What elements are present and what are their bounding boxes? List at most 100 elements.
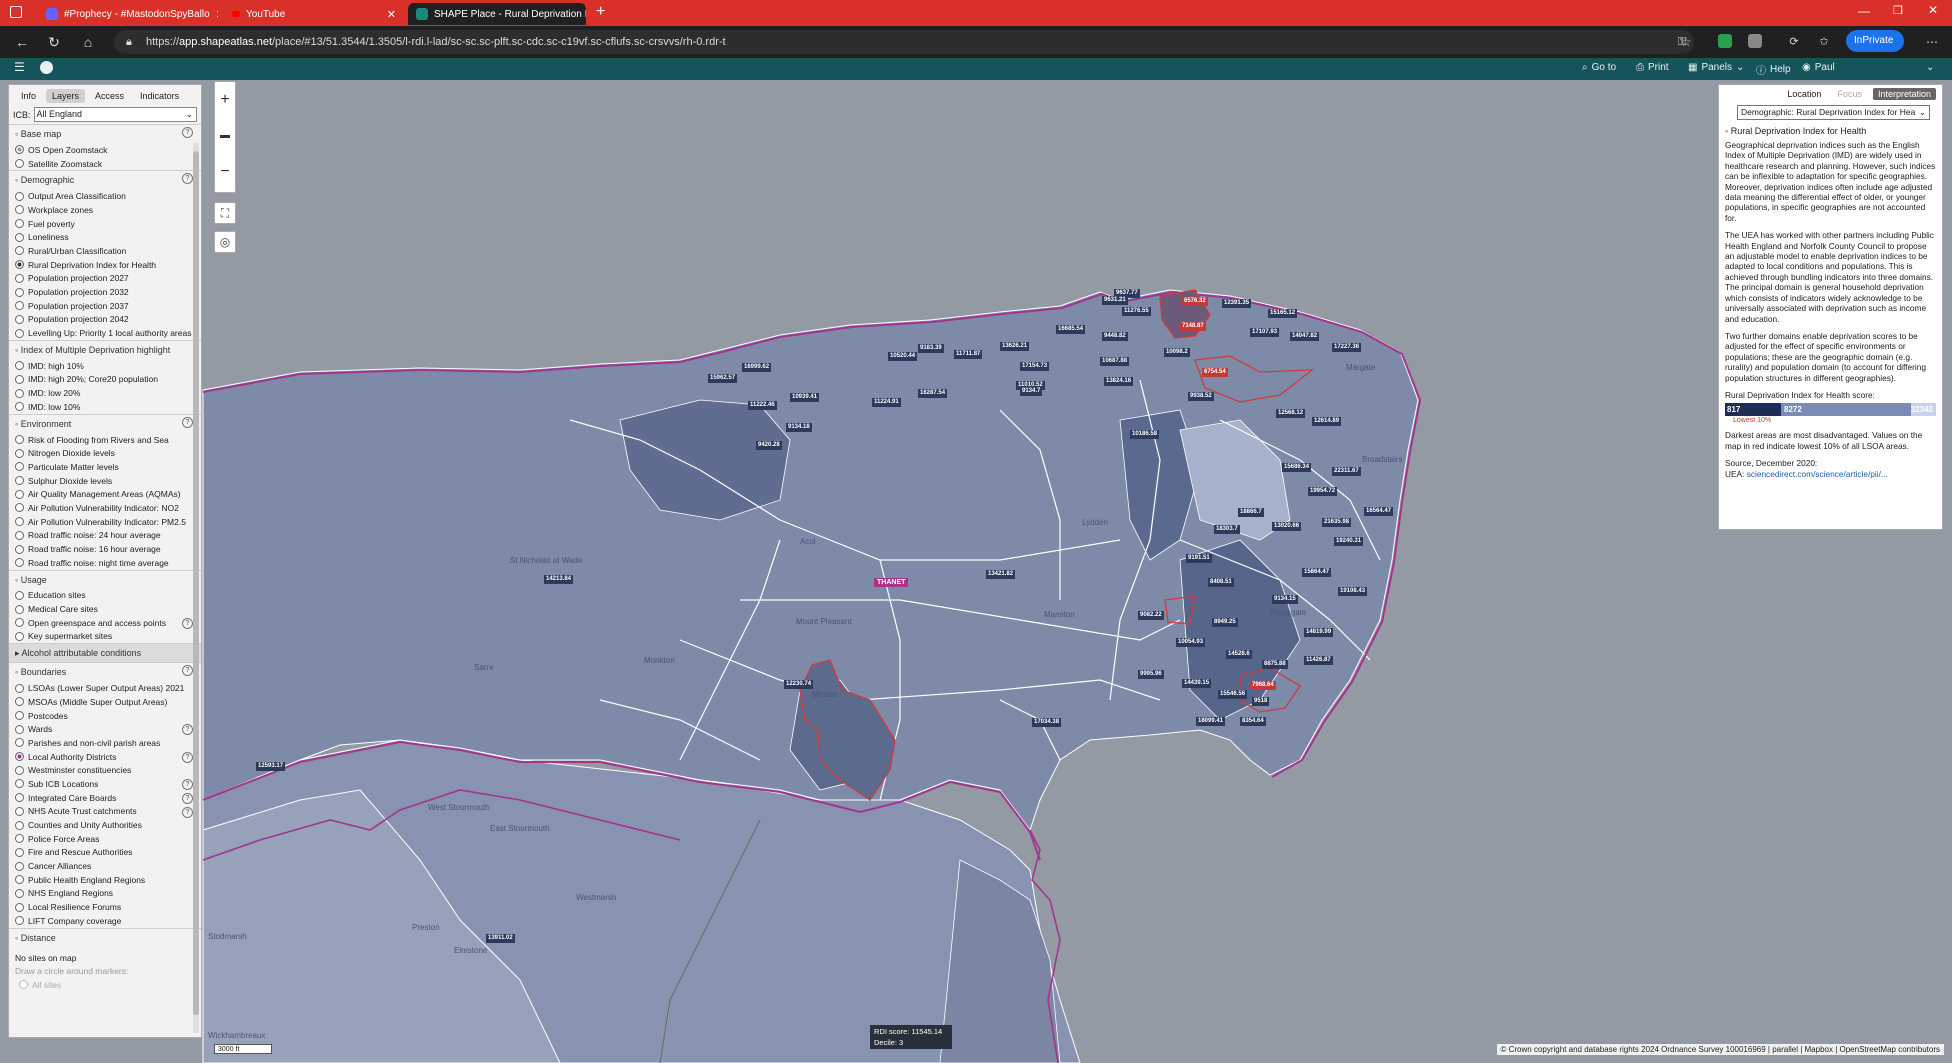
inprivate-badge[interactable]: InPrivate <box>1846 30 1904 52</box>
zoom-in-button[interactable]: + <box>215 82 235 118</box>
zoom-slider[interactable]: ▬ <box>215 118 235 154</box>
close-tab-icon[interactable]: ✕ <box>381 8 396 21</box>
layer-option[interactable]: Air Pollution Vulnerability Indicator: N… <box>9 501 201 515</box>
section-header[interactable]: ◦ Base map? <box>9 124 201 143</box>
layer-option[interactable]: IMD: low 10% <box>9 400 201 414</box>
layer-option[interactable]: Public Health England Regions <box>9 873 201 887</box>
layer-option[interactable]: Output Area Classification <box>9 189 201 203</box>
layer-option[interactable]: Sub ICB Locations? <box>9 777 201 791</box>
help-icon[interactable]: ? <box>182 724 193 736</box>
fullscreen-button[interactable]: ⛶ <box>214 202 236 224</box>
tab-location[interactable]: Location <box>1782 88 1826 100</box>
radio-icon[interactable] <box>15 806 24 816</box>
radio-icon[interactable] <box>15 448 24 458</box>
url-field[interactable]: 🔒︎ https://app.shapeatlas.net/place/#13/… <box>114 30 1694 54</box>
tab-interpretation[interactable]: Interpretation <box>1872 88 1936 100</box>
radio-icon[interactable] <box>15 544 24 554</box>
layer-option[interactable]: Rural Deprivation Index for Health <box>9 258 201 272</box>
radio-icon[interactable] <box>15 301 24 311</box>
radio-icon[interactable] <box>15 476 24 486</box>
section-header[interactable]: ◦ Distance <box>9 927 201 947</box>
layer-option[interactable]: Fuel poverty <box>9 217 201 231</box>
help-icon[interactable]: ? <box>182 665 193 677</box>
layer-option[interactable]: Risk of Flooding from Rivers and Sea <box>9 433 201 447</box>
layer-option[interactable]: IMD: high 10% <box>9 359 201 373</box>
radio-icon[interactable] <box>15 834 24 844</box>
radio-icon[interactable] <box>15 765 24 775</box>
radio-icon[interactable] <box>15 374 24 384</box>
radio-icon[interactable] <box>15 287 24 297</box>
help-icon[interactable]: ? <box>182 751 193 763</box>
layer-option[interactable]: MSOAs (Middle Super Output Areas) <box>9 695 201 709</box>
layer-option[interactable]: Counties and Unity Authorities <box>9 818 201 832</box>
layer-option[interactable]: Key supermarket sites <box>9 630 201 644</box>
section-header[interactable]: ◦ Usage <box>9 569 201 589</box>
layer-option[interactable]: OS Open Zoomstack <box>9 143 201 157</box>
layer-option[interactable]: Integrated Care Boards? <box>9 791 201 805</box>
layer-option[interactable]: Road traffic noise: 24 hour average <box>9 529 201 543</box>
layer-option[interactable]: Parishes and non-civil parish areas <box>9 736 201 750</box>
help-icon[interactable]: ? <box>182 617 193 629</box>
layer-option[interactable]: Sulphur Dioxide levels <box>9 474 201 488</box>
tab-focus[interactable]: Focus <box>1832 88 1867 100</box>
section-header[interactable]: ◦ Demographic? <box>9 170 201 189</box>
radio-icon[interactable] <box>15 820 24 830</box>
section-header[interactable]: ◦ Environment? <box>9 413 201 433</box>
layer-option[interactable]: Westminster constituencies <box>9 763 201 777</box>
radio-icon[interactable] <box>15 314 24 324</box>
section-header[interactable]: ◦ Index of Multiple Deprivation highligh… <box>9 339 201 359</box>
layer-option[interactable]: Medical Care sites <box>9 602 201 616</box>
layer-option[interactable]: Satellite Zoomstack <box>9 157 201 171</box>
radio-icon[interactable] <box>15 590 24 600</box>
layer-option[interactable]: IMD: high 20%; Core20 population <box>9 373 201 387</box>
radio-icon[interactable] <box>15 462 24 472</box>
layer-option[interactable]: LSOAs (Lower Super Output Areas) 2021 <box>9 681 201 695</box>
layer-option[interactable]: IMD: low 20% <box>9 386 201 400</box>
layer-option[interactable]: Levelling Up: Priority 1 local authority… <box>9 326 201 340</box>
radio-icon[interactable] <box>15 219 24 229</box>
help-icon[interactable]: ? <box>182 779 193 791</box>
radio-icon[interactable] <box>15 875 24 885</box>
layer-option[interactable]: LIFT Company coverage <box>9 914 201 928</box>
radio-icon[interactable] <box>15 517 24 527</box>
extension-green-icon[interactable] <box>1718 34 1732 48</box>
radio-icon[interactable] <box>15 260 24 270</box>
layer-option[interactable]: Rural/Urban Classification <box>9 244 201 258</box>
collapse-chevron-icon[interactable]: ⌄ <box>1926 62 1934 73</box>
help-icon[interactable]: ? <box>182 792 193 804</box>
tab-shape[interactable]: SHAPE Place - Rural Deprivation I ✕ <box>408 3 586 25</box>
layer-option[interactable]: Open greenspace and access points? <box>9 616 201 630</box>
tab-youtube[interactable]: YouTube ✕ <box>224 3 404 25</box>
radio-icon[interactable] <box>15 489 24 499</box>
minimize-button[interactable]: — <box>1858 4 1870 18</box>
layer-option[interactable]: NHS England Regions <box>9 887 201 901</box>
help-icon[interactable]: ? <box>182 806 193 818</box>
map-canvas[interactable] <box>0 80 1952 1063</box>
layer-option[interactable]: NHS Acute Trust catchments? <box>9 805 201 819</box>
layer-option[interactable]: Road traffic noise: 16 hour average <box>9 542 201 556</box>
tab-access[interactable]: Access <box>89 89 130 103</box>
help-icon[interactable]: ? <box>182 416 193 428</box>
radio-icon[interactable] <box>15 916 24 926</box>
sync-icon[interactable]: ⟳ <box>1784 32 1804 52</box>
radio-icon[interactable] <box>15 888 24 898</box>
layer-option[interactable]: Postcodes <box>9 709 201 723</box>
more-menu-icon[interactable]: ⋯ <box>1922 32 1942 52</box>
tab-indicators[interactable]: Indicators <box>134 89 185 103</box>
section-header[interactable]: ◦ Boundaries? <box>9 662 201 681</box>
radio-icon[interactable] <box>15 503 24 513</box>
layer-option[interactable]: Air Quality Management Areas (AQMAs) <box>9 487 201 501</box>
panels-button[interactable]: ▦ Panels ⌄ <box>1688 62 1744 73</box>
home-button[interactable]: ⌂ <box>78 32 98 52</box>
layer-option[interactable]: Fire and Rescue Authorities <box>9 846 201 860</box>
radio-icon[interactable] <box>15 246 24 256</box>
radio-icon[interactable] <box>15 847 24 857</box>
hamburger-menu-icon[interactable]: ☰ <box>14 60 25 74</box>
layer-option[interactable]: Loneliness <box>9 230 201 244</box>
radio-icon[interactable] <box>15 752 24 762</box>
help-button[interactable]: ⓘ Help <box>1756 62 1791 77</box>
radio-icon[interactable] <box>15 631 24 641</box>
new-tab-button[interactable]: + <box>596 3 605 21</box>
layer-option[interactable]: Population projection 2032 <box>9 285 201 299</box>
radio-icon[interactable] <box>15 793 24 803</box>
